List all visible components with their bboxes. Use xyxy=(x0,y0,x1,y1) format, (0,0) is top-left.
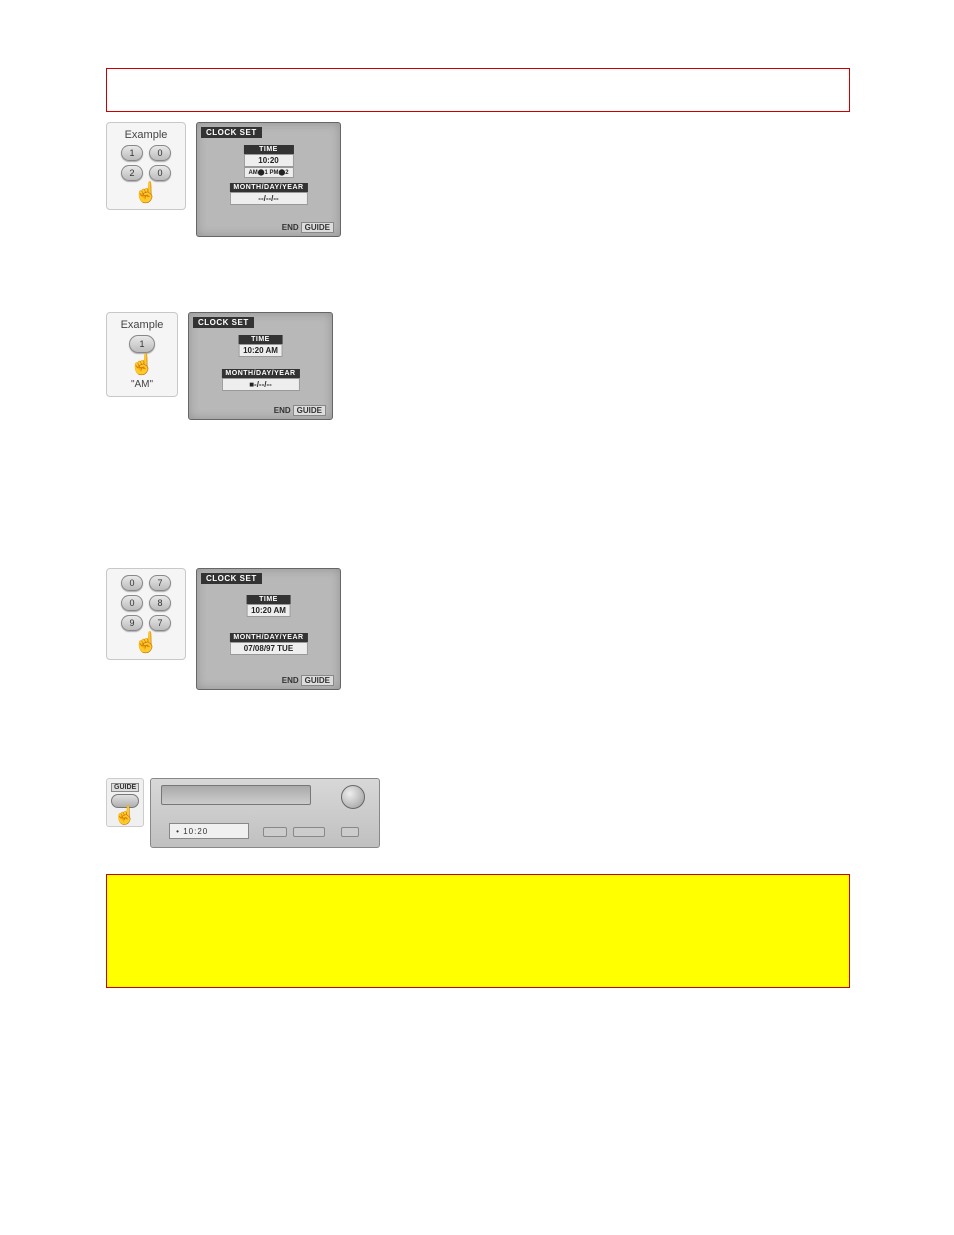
guide-label: GUIDE xyxy=(301,222,334,233)
keypad-panel-2: Example 1 ☝ "AM" xyxy=(106,312,178,397)
screen-title: CLOCK SET xyxy=(201,573,262,584)
screen-title: CLOCK SET xyxy=(201,127,262,138)
guide-button-panel: GUIDE ☝ xyxy=(106,778,144,827)
osd-screen-3: CLOCK SET TIME 10:20 AM MONTH/DAY/YEAR 0… xyxy=(196,568,341,690)
date-value: ■-/--/-- xyxy=(221,378,299,391)
key-button[interactable]: 8 xyxy=(149,595,171,611)
date-block: MONTH/DAY/YEAR --/--/-- xyxy=(229,183,307,205)
guide-label: GUIDE xyxy=(301,675,334,686)
key-button[interactable]: 9 xyxy=(121,615,143,631)
time-header: TIME xyxy=(238,335,283,344)
vcr-clock-display: • 10:20 xyxy=(169,823,249,839)
end-guide-hint: ENDGUIDE xyxy=(274,406,326,415)
date-header: MONTH/DAY/YEAR xyxy=(229,633,307,642)
key-row: 0 7 xyxy=(121,575,171,591)
figure-step-time-entry: Example 1 0 2 0 ☝ CLOCK SET TIME 10:20 A… xyxy=(106,122,341,237)
key-row: 1 0 xyxy=(121,145,171,161)
date-header: MONTH/DAY/YEAR xyxy=(221,369,299,378)
time-value: 10:20 AM xyxy=(238,344,283,357)
time-header: TIME xyxy=(246,595,291,604)
example-label: Example xyxy=(121,319,164,331)
hand-press-icon: ☝ xyxy=(114,806,136,824)
end-label: END xyxy=(274,406,291,415)
date-value: 07/08/97 TUE xyxy=(229,642,307,655)
cassette-slot xyxy=(161,785,311,805)
hand-press-icon: ☝ xyxy=(130,355,155,375)
end-label: END xyxy=(282,223,299,232)
keypad-panel-1: Example 1 0 2 0 ☝ xyxy=(106,122,186,210)
key-button[interactable]: 0 xyxy=(149,165,171,181)
vcr-front-panel: • 10:20 xyxy=(150,778,380,848)
am-caption: "AM" xyxy=(131,379,153,390)
guide-button-label: GUIDE xyxy=(111,783,139,792)
end-guide-hint: ENDGUIDE xyxy=(282,223,334,232)
key-button[interactable]: 0 xyxy=(149,145,171,161)
end-guide-hint: ENDGUIDE xyxy=(282,676,334,685)
date-block: MONTH/DAY/YEAR 07/08/97 TUE xyxy=(229,633,307,655)
osd-screen-1: CLOCK SET TIME 10:20 AM⬤1 PM⬤2 MONTH/DAY… xyxy=(196,122,341,237)
date-header: MONTH/DAY/YEAR xyxy=(229,183,307,192)
yellow-note-box xyxy=(106,874,850,988)
figure-vcr-guide-press: GUIDE ☝ • 10:20 xyxy=(106,778,380,848)
jog-dial[interactable] xyxy=(341,785,365,809)
date-block: MONTH/DAY/YEAR ■-/--/-- xyxy=(221,369,299,391)
key-button[interactable]: 1 xyxy=(129,335,155,353)
keypad-panel-3: 0 7 0 8 9 7 ☝ xyxy=(106,568,186,660)
vcr-button[interactable] xyxy=(341,827,359,837)
end-label: END xyxy=(282,676,299,685)
key-button[interactable]: 2 xyxy=(121,165,143,181)
key-button[interactable]: 7 xyxy=(149,615,171,631)
hand-press-icon: ☝ xyxy=(134,633,159,653)
vcr-display-text: • 10:20 xyxy=(176,827,208,836)
guide-label: GUIDE xyxy=(293,405,326,416)
key-row: 9 7 xyxy=(121,615,171,631)
figure-step-ampm: Example 1 ☝ "AM" CLOCK SET TIME 10:20 AM… xyxy=(106,312,333,420)
hand-press-icon: ☝ xyxy=(134,183,159,203)
key-button[interactable]: 0 xyxy=(121,575,143,591)
time-value: 10:20 AM xyxy=(246,604,291,617)
example-label: Example xyxy=(125,129,168,141)
key-button[interactable]: 1 xyxy=(121,145,143,161)
time-block: TIME 10:20 AM xyxy=(238,335,283,357)
time-block: TIME 10:20 AM⬤1 PM⬤2 xyxy=(243,145,293,178)
key-row: 0 8 xyxy=(121,595,171,611)
figure-step-date-entry: 0 7 0 8 9 7 ☝ CLOCK SET TIME 10:20 AM MO… xyxy=(106,568,341,690)
ampm-select: AM⬤1 PM⬤2 xyxy=(243,167,293,178)
vcr-button[interactable] xyxy=(263,827,287,837)
key-row: 2 0 xyxy=(121,165,171,181)
date-value: --/--/-- xyxy=(229,192,307,205)
vcr-button[interactable] xyxy=(293,827,325,837)
key-button[interactable]: 0 xyxy=(121,595,143,611)
screen-title: CLOCK SET xyxy=(193,317,254,328)
key-button[interactable]: 7 xyxy=(149,575,171,591)
time-header: TIME xyxy=(243,145,293,154)
time-value: 10:20 xyxy=(243,154,293,167)
osd-screen-2: CLOCK SET TIME 10:20 AM MONTH/DAY/YEAR ■… xyxy=(188,312,333,420)
time-block: TIME 10:20 AM xyxy=(246,595,291,617)
top-instruction-box xyxy=(106,68,850,112)
